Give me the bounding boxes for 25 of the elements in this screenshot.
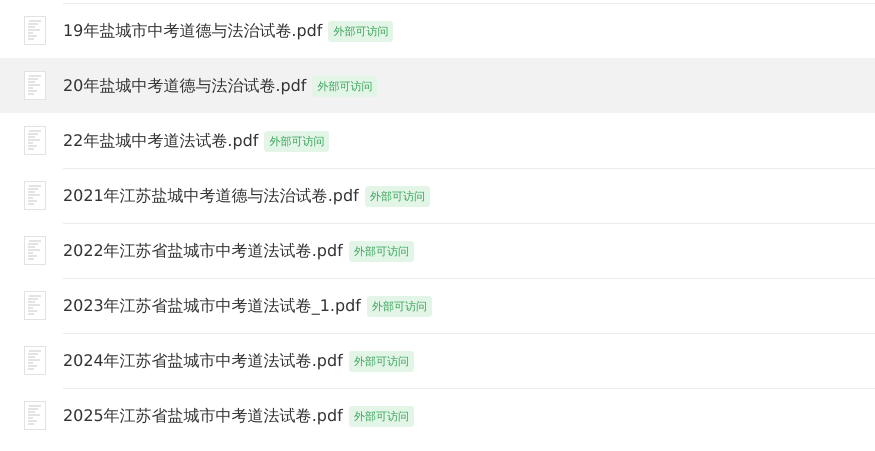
access-badge: 外部可访问 xyxy=(312,76,378,96)
file-row[interactable]: 20年盐城中考道德与法治试卷.pdf 外部可访问 xyxy=(0,58,875,113)
file-name: 2022年江苏省盐城市中考道法试卷.pdf xyxy=(63,240,343,262)
file-name: 2024年江苏省盐城市中考道法试卷.pdf xyxy=(63,350,343,372)
access-badge: 外部可访问 xyxy=(366,296,432,316)
document-thumbnail-icon xyxy=(24,181,46,210)
document-thumbnail-icon xyxy=(24,291,46,320)
document-thumbnail-icon xyxy=(24,16,46,45)
access-badge: 外部可访问 xyxy=(364,186,430,206)
document-thumbnail-icon xyxy=(24,71,46,100)
file-name: 20年盐城中考道德与法治试卷.pdf xyxy=(63,76,306,96)
file-name: 22年盐城中考道法试卷.pdf xyxy=(63,130,258,152)
document-thumbnail-icon xyxy=(24,401,46,430)
access-badge: 外部可访问 xyxy=(328,20,394,42)
document-thumbnail-icon xyxy=(24,126,46,155)
file-name: 2021年江苏盐城中考道德与法治试卷.pdf xyxy=(63,186,359,206)
document-thumbnail-icon xyxy=(24,236,46,265)
access-badge: 外部可访问 xyxy=(348,406,414,426)
access-badge: 外部可访问 xyxy=(348,240,414,262)
file-name: 2025年江苏省盐城市中考道法试卷.pdf xyxy=(63,406,343,426)
file-name: 2023年江苏省盐城市中考道法试卷_1.pdf xyxy=(63,296,361,316)
file-name: 19年盐城市中考道德与法治试卷.pdf xyxy=(63,20,322,42)
document-thumbnail-icon xyxy=(24,346,46,375)
access-badge: 外部可访问 xyxy=(348,350,414,372)
access-badge: 外部可访问 xyxy=(264,130,330,152)
